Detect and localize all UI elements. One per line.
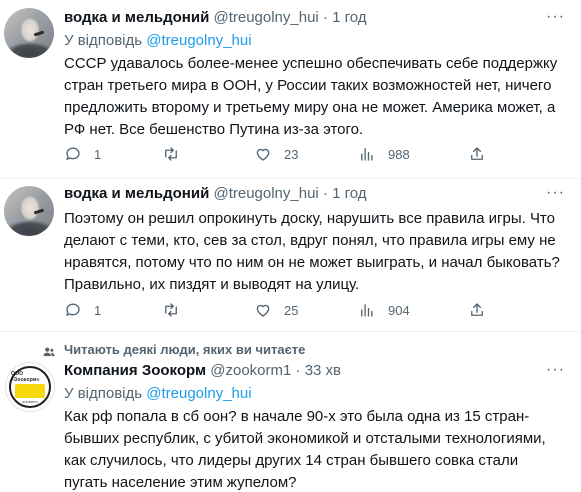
separator: ·	[322, 185, 328, 202]
avatar[interactable]	[4, 8, 54, 58]
tweet-1[interactable]: водка и мельдоний @treugolny_hui · 1 год…	[0, 0, 581, 178]
tweet-header: Компания Зоокорм @zookorm1 · 33 хв	[64, 361, 341, 381]
author-handle[interactable]: @treugolny_hui	[213, 9, 318, 26]
tweet-header: водка и мельдоний @treugolny_hui · 1 год	[64, 184, 367, 204]
timestamp[interactable]: 1 год	[332, 9, 366, 26]
people-icon	[43, 347, 55, 357]
author-handle[interactable]: @zookorm1	[210, 362, 291, 379]
tweet-text: Как рф попала в сб оон? в начале 90-х эт…	[64, 408, 546, 491]
action-bar: 1 25 904	[64, 300, 504, 320]
logo-yellow-band	[15, 383, 45, 398]
reply-button[interactable]: 1	[64, 144, 101, 164]
like-button[interactable]: 25	[254, 300, 298, 320]
more-options-icon[interactable]: ···	[546, 183, 565, 203]
retweet-icon	[165, 303, 177, 317]
author-name[interactable]: водка и мельдоний	[64, 9, 209, 26]
separator: ·	[295, 362, 301, 379]
views-button[interactable]: 988	[358, 144, 410, 164]
retweet-button[interactable]	[162, 144, 192, 164]
logo-top-text: ООО «Зоокорм»	[11, 370, 40, 383]
reply-icon	[66, 303, 80, 316]
author-handle[interactable]: @treugolny_hui	[213, 185, 318, 202]
avatar[interactable]	[4, 186, 54, 236]
reply-context: У відповідь @treugolny_hui	[64, 31, 252, 51]
reply-handle-link[interactable]: @treugolny_hui	[146, 385, 251, 402]
views-count: 988	[388, 146, 410, 162]
reply-count: 1	[94, 302, 102, 318]
timestamp[interactable]: 1 год	[332, 185, 366, 202]
logo-bottom-text: zookorm	[22, 398, 38, 404]
author-name[interactable]: Компания Зоокорм	[64, 362, 206, 379]
reply-icon	[66, 147, 80, 160]
tweet-text: Поэтому он решил опрокинуть доску, наруш…	[64, 210, 560, 293]
author-name[interactable]: водка и мельдоний	[64, 185, 209, 202]
tweet-2[interactable]: водка и мельдоний @treugolny_hui · 1 год…	[0, 178, 581, 331]
reply-handle-link[interactable]: @treugolny_hui	[146, 32, 251, 49]
like-count: 23	[284, 146, 299, 162]
like-count: 25	[284, 302, 299, 318]
views-icon	[361, 304, 373, 317]
company-logo: ООО «Зоокорм» zookorm	[9, 366, 51, 408]
reply-count: 1	[94, 146, 102, 162]
avatar[interactable]: ООО «Зоокорм» zookorm	[5, 362, 55, 412]
more-options-icon[interactable]: ···	[546, 7, 565, 27]
timestamp[interactable]: 33 хв	[305, 362, 341, 379]
tweet-header: водка и мельдоний @treugolny_hui · 1 год	[64, 8, 367, 28]
share-button[interactable]	[468, 300, 486, 320]
retweet-icon	[165, 147, 177, 161]
action-bar: 1 23 988	[64, 144, 504, 164]
heart-icon	[256, 148, 270, 161]
more-options-icon[interactable]: ···	[546, 360, 565, 380]
reply-context: У відповідь @treugolny_hui	[64, 384, 252, 404]
heart-icon	[256, 304, 270, 317]
retweet-button[interactable]	[162, 300, 192, 320]
share-button[interactable]	[468, 144, 486, 164]
reply-button[interactable]: 1	[64, 300, 101, 320]
tweet-text: СССР удавалось более-менее успешно обесп…	[64, 55, 558, 138]
like-button[interactable]: 23	[254, 144, 298, 164]
reply-prefix: У відповідь	[64, 32, 143, 49]
share-icon	[471, 147, 483, 160]
views-icon	[361, 148, 373, 161]
views-button[interactable]: 904	[358, 300, 410, 320]
tweet-3[interactable]: Читають деякі люди, яких ви читаєте ООО …	[0, 332, 581, 492]
share-icon	[471, 303, 483, 316]
social-context-text: Читають деякі люди, яких ви читаєте	[64, 342, 306, 357]
views-count: 904	[388, 302, 410, 318]
separator: ·	[322, 9, 328, 26]
reply-prefix: У відповідь	[64, 385, 143, 402]
social-context: Читають деякі люди, яких ви читаєте	[64, 342, 305, 357]
